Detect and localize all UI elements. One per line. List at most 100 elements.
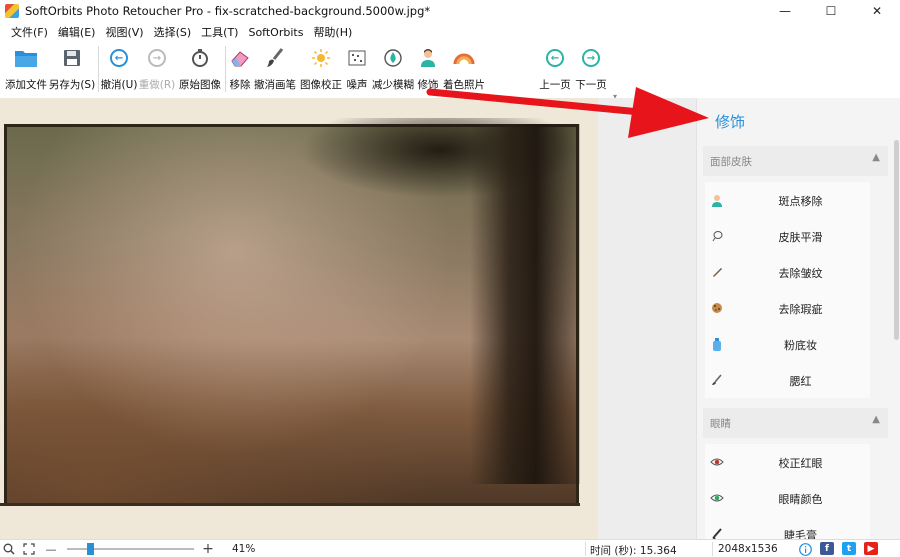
zoom-level: 41% bbox=[232, 543, 256, 555]
item-label: 腮红 bbox=[789, 375, 812, 388]
noise-icon bbox=[344, 45, 370, 71]
noise-button[interactable]: 噪声 bbox=[345, 42, 369, 98]
blemish-removal-item[interactable]: 去除瑕疵 bbox=[705, 290, 870, 326]
stopwatch-icon bbox=[187, 45, 213, 71]
item-label: 眼睛颜色 bbox=[778, 493, 823, 506]
image-dimensions: 2048x1536 bbox=[718, 543, 778, 555]
person-icon bbox=[415, 45, 441, 71]
menu-edit[interactable]: 编辑(E) bbox=[53, 24, 101, 40]
image-correction-label: 图像校正 bbox=[300, 79, 342, 91]
red-eye-icon bbox=[710, 455, 724, 469]
next-page-label: 下一页 bbox=[575, 79, 607, 91]
menu-view[interactable]: 视图(V) bbox=[100, 24, 148, 40]
eye-color-icon bbox=[710, 491, 724, 505]
reduce-blur-button[interactable]: 减少模糊 bbox=[371, 42, 415, 98]
wrinkle-removal-item[interactable]: 去除皱纹 bbox=[705, 254, 870, 290]
add-file-button[interactable]: 添加文件 bbox=[4, 42, 48, 98]
eraser-icon bbox=[227, 45, 253, 71]
menu-tools[interactable]: 工具(T) bbox=[196, 24, 243, 40]
item-label: 校正红眼 bbox=[778, 457, 823, 470]
red-eye-item[interactable]: 校正红眼 bbox=[705, 444, 870, 480]
brush-icon bbox=[262, 45, 288, 71]
prev-page-button[interactable]: ← 上一页 bbox=[537, 42, 573, 98]
undo-brush-label: 撤消画笔 bbox=[254, 79, 296, 91]
processing-time: 时间 (秒): 15.364 bbox=[590, 545, 677, 557]
undo-brush-button[interactable]: 撤消画笔 bbox=[254, 42, 296, 98]
remove-label: 移除 bbox=[229, 79, 251, 91]
colorize-photo-label: 着色照片 bbox=[443, 79, 485, 91]
status-bar: — + 41% 时间 (秒): 15.364 2048x1536 f t ▶ bbox=[0, 539, 900, 557]
face-icon bbox=[710, 193, 724, 207]
cookie-icon bbox=[710, 301, 724, 315]
app-logo-icon bbox=[5, 4, 19, 18]
app-window: SoftOrbits Photo Retoucher Pro - fix-scr… bbox=[0, 0, 900, 557]
window-title: SoftOrbits Photo Retoucher Pro - fix-scr… bbox=[25, 4, 431, 18]
prev-page-label: 上一页 bbox=[539, 79, 571, 91]
rainbow-icon bbox=[451, 45, 477, 71]
item-label: 粉底妆 bbox=[784, 339, 817, 352]
menu-file[interactable]: 文件(F) bbox=[6, 24, 53, 40]
zoom-slider-handle[interactable] bbox=[87, 543, 95, 555]
zoom-icon[interactable] bbox=[2, 542, 16, 556]
original-image-label: 原始图像 bbox=[179, 79, 221, 91]
remove-button[interactable]: 移除 bbox=[228, 42, 252, 98]
title-bar: SoftOrbits Photo Retoucher Pro - fix-scr… bbox=[0, 0, 900, 22]
prev-arrow-icon: ← bbox=[546, 49, 564, 67]
redo-label: 重做(R) bbox=[138, 79, 176, 91]
next-page-button[interactable]: → 下一页 bbox=[573, 42, 609, 98]
spot-removal-item[interactable]: 斑点移除 bbox=[705, 182, 870, 218]
zoom-slider[interactable] bbox=[67, 548, 194, 550]
mascara-icon bbox=[710, 527, 724, 539]
retouch-label: 修饰 bbox=[417, 79, 439, 91]
reduce-blur-label: 减少模糊 bbox=[372, 79, 414, 91]
twitter-icon[interactable]: t bbox=[842, 542, 856, 555]
retouch-button[interactable]: 修饰 bbox=[416, 42, 440, 98]
section-name: 眼睛 bbox=[710, 418, 731, 430]
save-icon bbox=[59, 45, 85, 71]
zoom-out-button[interactable]: — bbox=[44, 542, 58, 556]
blush-item[interactable]: 腮红 bbox=[705, 362, 870, 398]
save-as-label: 另存为(S) bbox=[48, 79, 96, 91]
redo-button[interactable]: → 重做(R) bbox=[139, 42, 175, 98]
item-label: 去除瑕疵 bbox=[778, 303, 823, 316]
section-face-skin[interactable]: 面部皮肤 ▲ bbox=[703, 146, 888, 176]
info-icon[interactable] bbox=[798, 542, 812, 556]
next-arrow-icon: → bbox=[582, 49, 600, 67]
skin-smoothing-item[interactable]: 皮肤平滑 bbox=[705, 218, 870, 254]
close-button[interactable]: ✕ bbox=[854, 0, 900, 22]
item-label: 去除皱纹 bbox=[778, 267, 823, 280]
panel-title: 修饰 bbox=[715, 113, 746, 131]
collapse-icon[interactable]: ▲ bbox=[872, 414, 880, 425]
item-label: 皮肤平滑 bbox=[778, 231, 823, 244]
folder-icon bbox=[13, 45, 39, 71]
redo-icon: → bbox=[148, 49, 166, 67]
minimize-button[interactable]: — bbox=[762, 0, 808, 22]
panel-scrollbar[interactable] bbox=[893, 138, 900, 538]
menu-select[interactable]: 选择(S) bbox=[149, 24, 197, 40]
section-eyes[interactable]: 眼睛 ▲ bbox=[703, 408, 888, 438]
undo-button[interactable]: ← 撤消(U) bbox=[101, 42, 137, 98]
save-as-button[interactable]: 另存为(S) bbox=[49, 42, 95, 98]
noise-label: 噪声 bbox=[346, 79, 368, 91]
undo-icon: ← bbox=[110, 49, 128, 67]
brush-icon bbox=[710, 373, 724, 387]
original-image-button[interactable]: 原始图像 bbox=[178, 42, 222, 98]
youtube-icon[interactable]: ▶ bbox=[864, 542, 878, 555]
menu-softorbits[interactable]: SoftOrbits bbox=[243, 26, 308, 39]
menu-bar: 文件(F) 编辑(E) 视图(V) 选择(S) 工具(T) SoftOrbits… bbox=[0, 22, 900, 42]
foundation-item[interactable]: 粉底妆 bbox=[705, 326, 870, 362]
colorize-photo-button[interactable]: 着色照片 bbox=[442, 42, 486, 98]
mascara-item[interactable]: 睫毛膏 bbox=[705, 516, 870, 539]
maximize-button[interactable]: ☐ bbox=[808, 0, 854, 22]
torn-photo-edge bbox=[0, 503, 580, 539]
collapse-icon[interactable]: ▲ bbox=[872, 152, 880, 163]
image-correction-button[interactable]: 图像校正 bbox=[299, 42, 343, 98]
image-canvas[interactable] bbox=[0, 98, 696, 539]
toolbar: 添加文件 另存为(S) ← 撤消(U) → 重做(R) 原始图像 移除 撤消画笔… bbox=[0, 42, 620, 98]
menu-help[interactable]: 帮助(H) bbox=[308, 24, 357, 40]
zoom-in-button[interactable]: + bbox=[201, 541, 215, 557]
fit-to-window-icon[interactable] bbox=[22, 542, 36, 556]
eye-color-item[interactable]: 眼睛颜色 bbox=[705, 480, 870, 516]
facebook-icon[interactable]: f bbox=[820, 542, 834, 555]
add-file-label: 添加文件 bbox=[5, 79, 47, 91]
